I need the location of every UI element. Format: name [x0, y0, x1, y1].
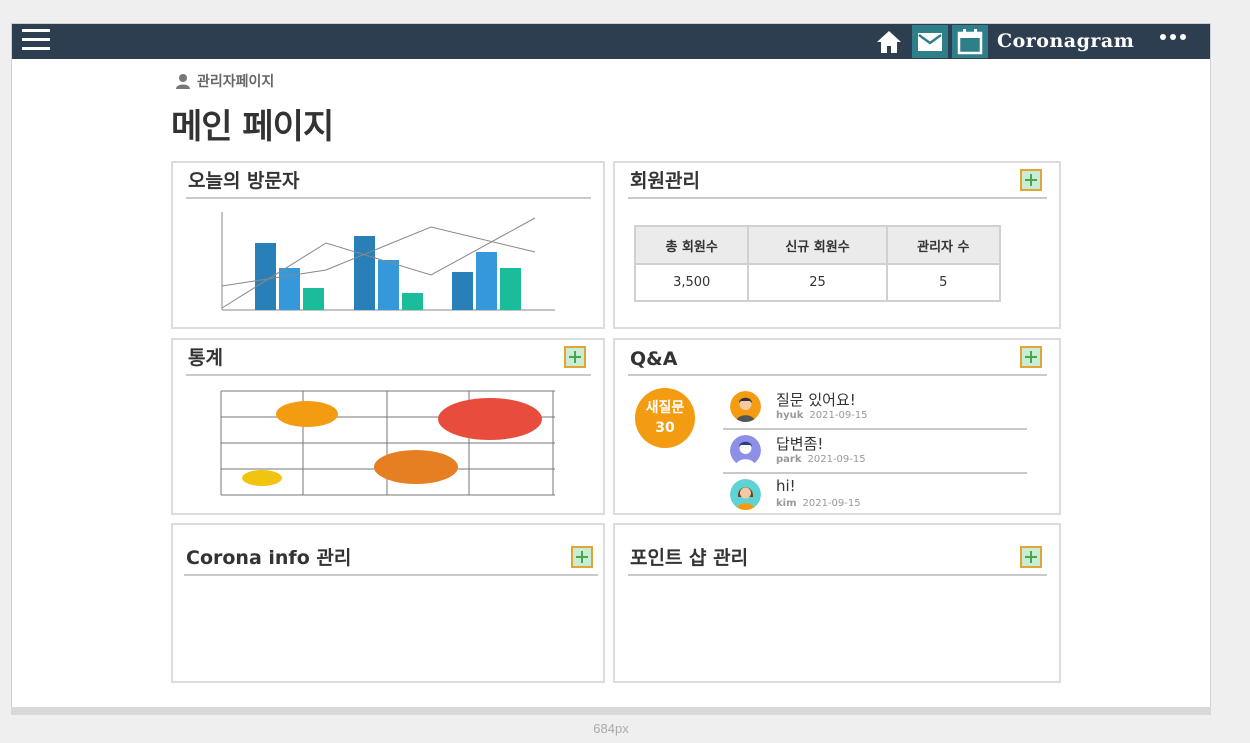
- bar: [378, 260, 399, 310]
- qna-title: Q&A: [630, 348, 678, 370]
- qna-question: 질문 있어요!: [776, 391, 856, 409]
- add-question-button[interactable]: [1020, 346, 1042, 368]
- list-item[interactable]: 답변좀! park 2021-09-15: [723, 430, 1027, 474]
- list-item[interactable]: 질문 있어요! hyuk 2021-09-15: [723, 386, 1027, 430]
- top-nav-bar: Coronagram: [12, 24, 1210, 59]
- corona-info-title: Corona info 관리: [186, 547, 352, 569]
- brand-logo[interactable]: Coronagram: [997, 30, 1134, 52]
- qna-question: hi!: [776, 477, 796, 495]
- user-icon: [176, 74, 190, 89]
- badge-count: 30: [655, 420, 675, 436]
- more-icon[interactable]: [1160, 34, 1186, 40]
- stats-panel: 통계: [171, 338, 605, 515]
- frame-scroll-edge: [11, 707, 1211, 715]
- members-total-value: 3,500: [633, 263, 750, 302]
- app-frame: Coronagram 관리자페이지 메인 페이지 오늘의 방문자 회원관리 총 …: [11, 23, 1211, 715]
- badge-label: 새질문: [645, 400, 685, 416]
- add-corona-info-button[interactable]: [571, 546, 593, 568]
- bubble: [242, 470, 282, 486]
- bubble: [438, 398, 542, 440]
- person-avatar-icon: [730, 435, 761, 466]
- stats-chart: [220, 390, 555, 496]
- qna-list: 질문 있어요! hyuk 2021-09-15 답변좀! park 2021-09-…: [723, 386, 1027, 518]
- members-col-admin: 관리자 수: [885, 225, 1002, 265]
- menu-icon[interactable]: [22, 29, 50, 53]
- bar: [452, 272, 473, 310]
- qna-date: 2021-09-15: [809, 410, 868, 421]
- bar: [500, 268, 521, 310]
- bar: [303, 288, 324, 310]
- visitors-chart: [221, 212, 555, 311]
- members-panel: 회원관리 총 회원수 신규 회원수 관리자 수 3,500 25 5: [613, 161, 1061, 329]
- qna-user: park: [776, 454, 802, 465]
- home-icon[interactable]: [871, 25, 907, 58]
- list-item[interactable]: hi! kim 2021-09-15: [723, 474, 1027, 518]
- point-shop-title: 포인트 샵 관리: [630, 547, 749, 569]
- qna-user: hyuk: [776, 410, 804, 421]
- corona-info-panel: Corona info 관리: [171, 523, 605, 683]
- members-title: 회원관리: [630, 170, 700, 192]
- bar: [476, 252, 497, 310]
- qna-date: 2021-09-15: [807, 454, 866, 465]
- qna-panel: Q&A 새질문 30 질문 있어요! hyuk 2021-09-15 답변좀! p…: [613, 338, 1061, 515]
- members-table: 총 회원수 신규 회원수 관리자 수 3,500 25 5: [633, 225, 1002, 302]
- members-col-total: 총 회원수: [633, 225, 750, 265]
- bubble: [374, 450, 458, 484]
- viewport-width-label: 684px: [593, 721, 629, 736]
- qna-date: 2021-09-15: [802, 498, 861, 509]
- add-point-shop-button[interactable]: [1020, 546, 1042, 568]
- point-shop-panel: 포인트 샵 관리: [613, 523, 1061, 683]
- breadcrumb-label: 관리자페이지: [197, 74, 275, 90]
- qna-question: 답변좀!: [776, 435, 824, 453]
- members-new-value: 25: [747, 263, 888, 302]
- members-admin-value: 5: [885, 263, 1002, 302]
- qna-user: kim: [776, 498, 797, 509]
- woman-avatar-icon: [730, 479, 761, 510]
- calendar-icon[interactable]: [952, 25, 988, 58]
- man-avatar-icon: [730, 391, 761, 422]
- visitors-panel: 오늘의 방문자: [171, 161, 605, 329]
- bar: [354, 236, 375, 310]
- bubble: [276, 401, 338, 427]
- breadcrumb: 관리자페이지: [175, 71, 274, 91]
- new-question-badge[interactable]: 새질문 30: [635, 388, 695, 448]
- mail-icon[interactable]: [912, 25, 948, 58]
- page-title: 메인 페이지: [171, 107, 334, 147]
- members-col-new: 신규 회원수: [747, 225, 888, 265]
- bar: [402, 293, 423, 310]
- add-member-button[interactable]: [1020, 169, 1042, 191]
